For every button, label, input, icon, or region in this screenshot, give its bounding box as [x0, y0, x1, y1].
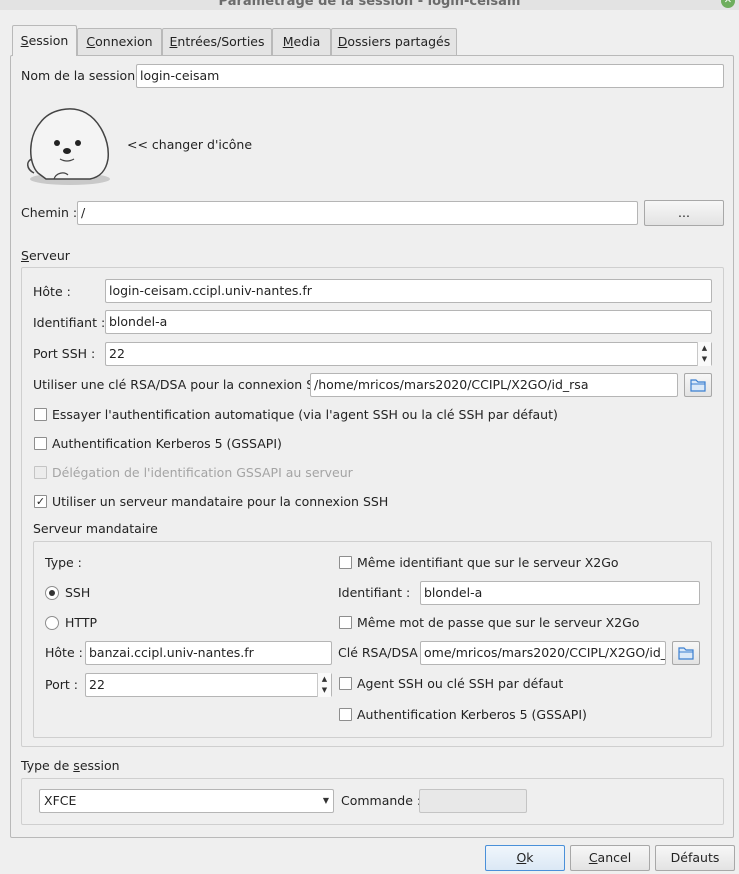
proxy-port-spinbox[interactable]: 22: [85, 673, 332, 697]
proxy-port-label: Port :: [45, 677, 78, 692]
ok-button[interactable]: Ok: [485, 845, 565, 871]
tab-media[interactable]: Media: [272, 28, 331, 55]
tab-dossiers-partages-mnemonic: D: [337, 34, 348, 49]
chevron-down-icon[interactable]: ▼: [318, 685, 331, 696]
use-proxy-label: Utiliser un serveur mandataire pour la c…: [52, 494, 389, 509]
session-type-group-label: Type de session: [21, 758, 120, 774]
ok-mnemonic: O: [516, 850, 527, 865]
tab-entrees-sorties-label: ntrées/Sorties: [177, 34, 265, 49]
proxy-host-input[interactable]: banzai.ccipl.univ-nantes.fr: [85, 641, 332, 665]
check-icon: ✓: [35, 495, 46, 508]
command-label: Commande :: [341, 793, 422, 808]
tab-media-label: edia: [293, 34, 321, 49]
proxy-ssh-radio[interactable]: [45, 586, 59, 600]
command-input: [419, 789, 527, 813]
tab-session[interactable]: Session: [12, 25, 77, 56]
auto-auth-checkbox[interactable]: [34, 408, 47, 421]
tab-dossiers-partages-label: ossiers partagés: [347, 34, 451, 49]
chevron-up-icon[interactable]: ▲: [698, 343, 711, 354]
gssapi-delegation-label: Délégation de l'identification GSSAPI au…: [52, 465, 353, 480]
chevron-down-icon[interactable]: ▼: [698, 354, 711, 365]
proxy-ssh-label: SSH: [65, 585, 91, 600]
host-input[interactable]: login-ceisam.ccipl.univ-nantes.fr: [105, 279, 712, 303]
title-bar: Paramétrage de la session - login-ceisam…: [0, 0, 739, 10]
proxy-agent-label: Agent SSH ou clé SSH par défaut: [357, 676, 564, 691]
session-type-label-pre: Type de: [21, 758, 74, 773]
ssh-port-label: Port SSH :: [33, 346, 96, 361]
session-type-value: XFCE: [44, 793, 77, 808]
gssapi-delegation-checkbox: [34, 466, 47, 479]
proxy-type-label: Type :: [45, 555, 82, 570]
folder-icon: [690, 379, 706, 392]
proxy-port-stepper[interactable]: ▲ ▼: [317, 673, 331, 697]
ssh-port-value: 22: [109, 346, 125, 361]
server-group-mnemonic: S: [21, 248, 29, 263]
session-name-input[interactable]: login-ceisam: [136, 64, 724, 88]
chevron-up-icon[interactable]: ▲: [318, 674, 331, 685]
proxy-same-user-checkbox[interactable]: [339, 556, 352, 569]
server-group-label: Serveur: [21, 248, 70, 264]
kerberos-label: Authentification Kerberos 5 (GSSAPI): [52, 436, 282, 451]
proxy-user-label: Identifiant :: [338, 585, 411, 600]
auto-auth-label: Essayer l'authentification automatique (…: [52, 407, 558, 422]
proxy-user-input[interactable]: blondel-a: [420, 581, 700, 605]
session-type-label-rest: ession: [79, 758, 120, 773]
proxy-same-password-checkbox[interactable]: [339, 616, 352, 629]
path-input[interactable]: /: [77, 201, 638, 225]
proxy-host-label: Hôte :: [45, 645, 83, 660]
tab-session-mnemonic: S: [20, 33, 29, 48]
tab-entrees-sorties[interactable]: Entrées/Sorties: [162, 28, 272, 55]
session-seal-icon[interactable]: [24, 103, 116, 187]
user-input[interactable]: blondel-a: [105, 310, 712, 334]
session-type-select[interactable]: XFCE ▼: [39, 789, 334, 813]
cancel-button[interactable]: Cancel: [570, 845, 650, 871]
proxy-group-label: Serveur mandataire: [33, 521, 158, 536]
proxy-rsa-input[interactable]: ome/mricos/mars2020/CCIPL/X2GO/id_rsa: [420, 641, 666, 665]
browse-path-button[interactable]: ...: [644, 200, 724, 226]
tab-session-label: ession: [28, 33, 69, 48]
rsa-key-input[interactable]: /home/mricos/mars2020/CCIPL/X2GO/id_rsa: [310, 373, 678, 397]
cancel-mnemonic: C: [588, 850, 598, 865]
user-label: Identifiant :: [33, 315, 106, 330]
host-label: Hôte :: [33, 284, 71, 299]
proxy-http-radio[interactable]: [45, 616, 59, 630]
proxy-kerberos-label: Authentification Kerberos 5 (GSSAPI): [357, 707, 587, 722]
session-name-label: Nom de la session :: [21, 68, 144, 83]
tab-dossiers-partages[interactable]: Dossiers partagés: [331, 28, 457, 55]
folder-icon: [678, 647, 694, 660]
change-icon-link[interactable]: << changer d'icône: [127, 137, 252, 153]
proxy-rsa-browse-button[interactable]: [672, 641, 700, 665]
proxy-http-label: HTTP: [65, 615, 97, 630]
proxy-rsa-label: Clé RSA/DSA :: [338, 645, 427, 660]
ok-label: k: [526, 850, 534, 865]
proxy-same-user-label: Même identifiant que sur le serveur X2Go: [357, 555, 619, 570]
rsa-key-label: Utiliser une clé RSA/DSA pour la connexi…: [33, 377, 340, 392]
ssh-port-stepper[interactable]: ▲ ▼: [697, 342, 711, 366]
tab-media-mnemonic: M: [282, 34, 294, 49]
tab-connexion-mnemonic: C: [86, 34, 96, 49]
proxy-agent-checkbox[interactable]: [339, 677, 352, 690]
tab-connexion-label: onnexion: [95, 34, 153, 49]
cancel-label: ancel: [597, 850, 632, 865]
window-title: Paramétrage de la session - login-ceisam: [218, 0, 521, 9]
tab-connexion[interactable]: Connexion: [77, 28, 162, 55]
server-group-label-text: erveur: [28, 248, 70, 263]
kerberos-checkbox[interactable]: [34, 437, 47, 450]
use-proxy-checkbox[interactable]: ✓: [34, 495, 47, 508]
ssh-port-spinbox[interactable]: 22: [105, 342, 712, 366]
defaults-button[interactable]: Défauts: [655, 845, 735, 871]
chevron-down-icon: ▼: [322, 796, 329, 805]
path-label: Chemin :: [21, 205, 78, 220]
proxy-port-value: 22: [89, 677, 105, 692]
rsa-key-browse-button[interactable]: [684, 373, 712, 397]
proxy-kerberos-checkbox[interactable]: [339, 708, 352, 721]
proxy-same-password-label: Même mot de passe que sur le serveur X2G…: [357, 615, 640, 630]
